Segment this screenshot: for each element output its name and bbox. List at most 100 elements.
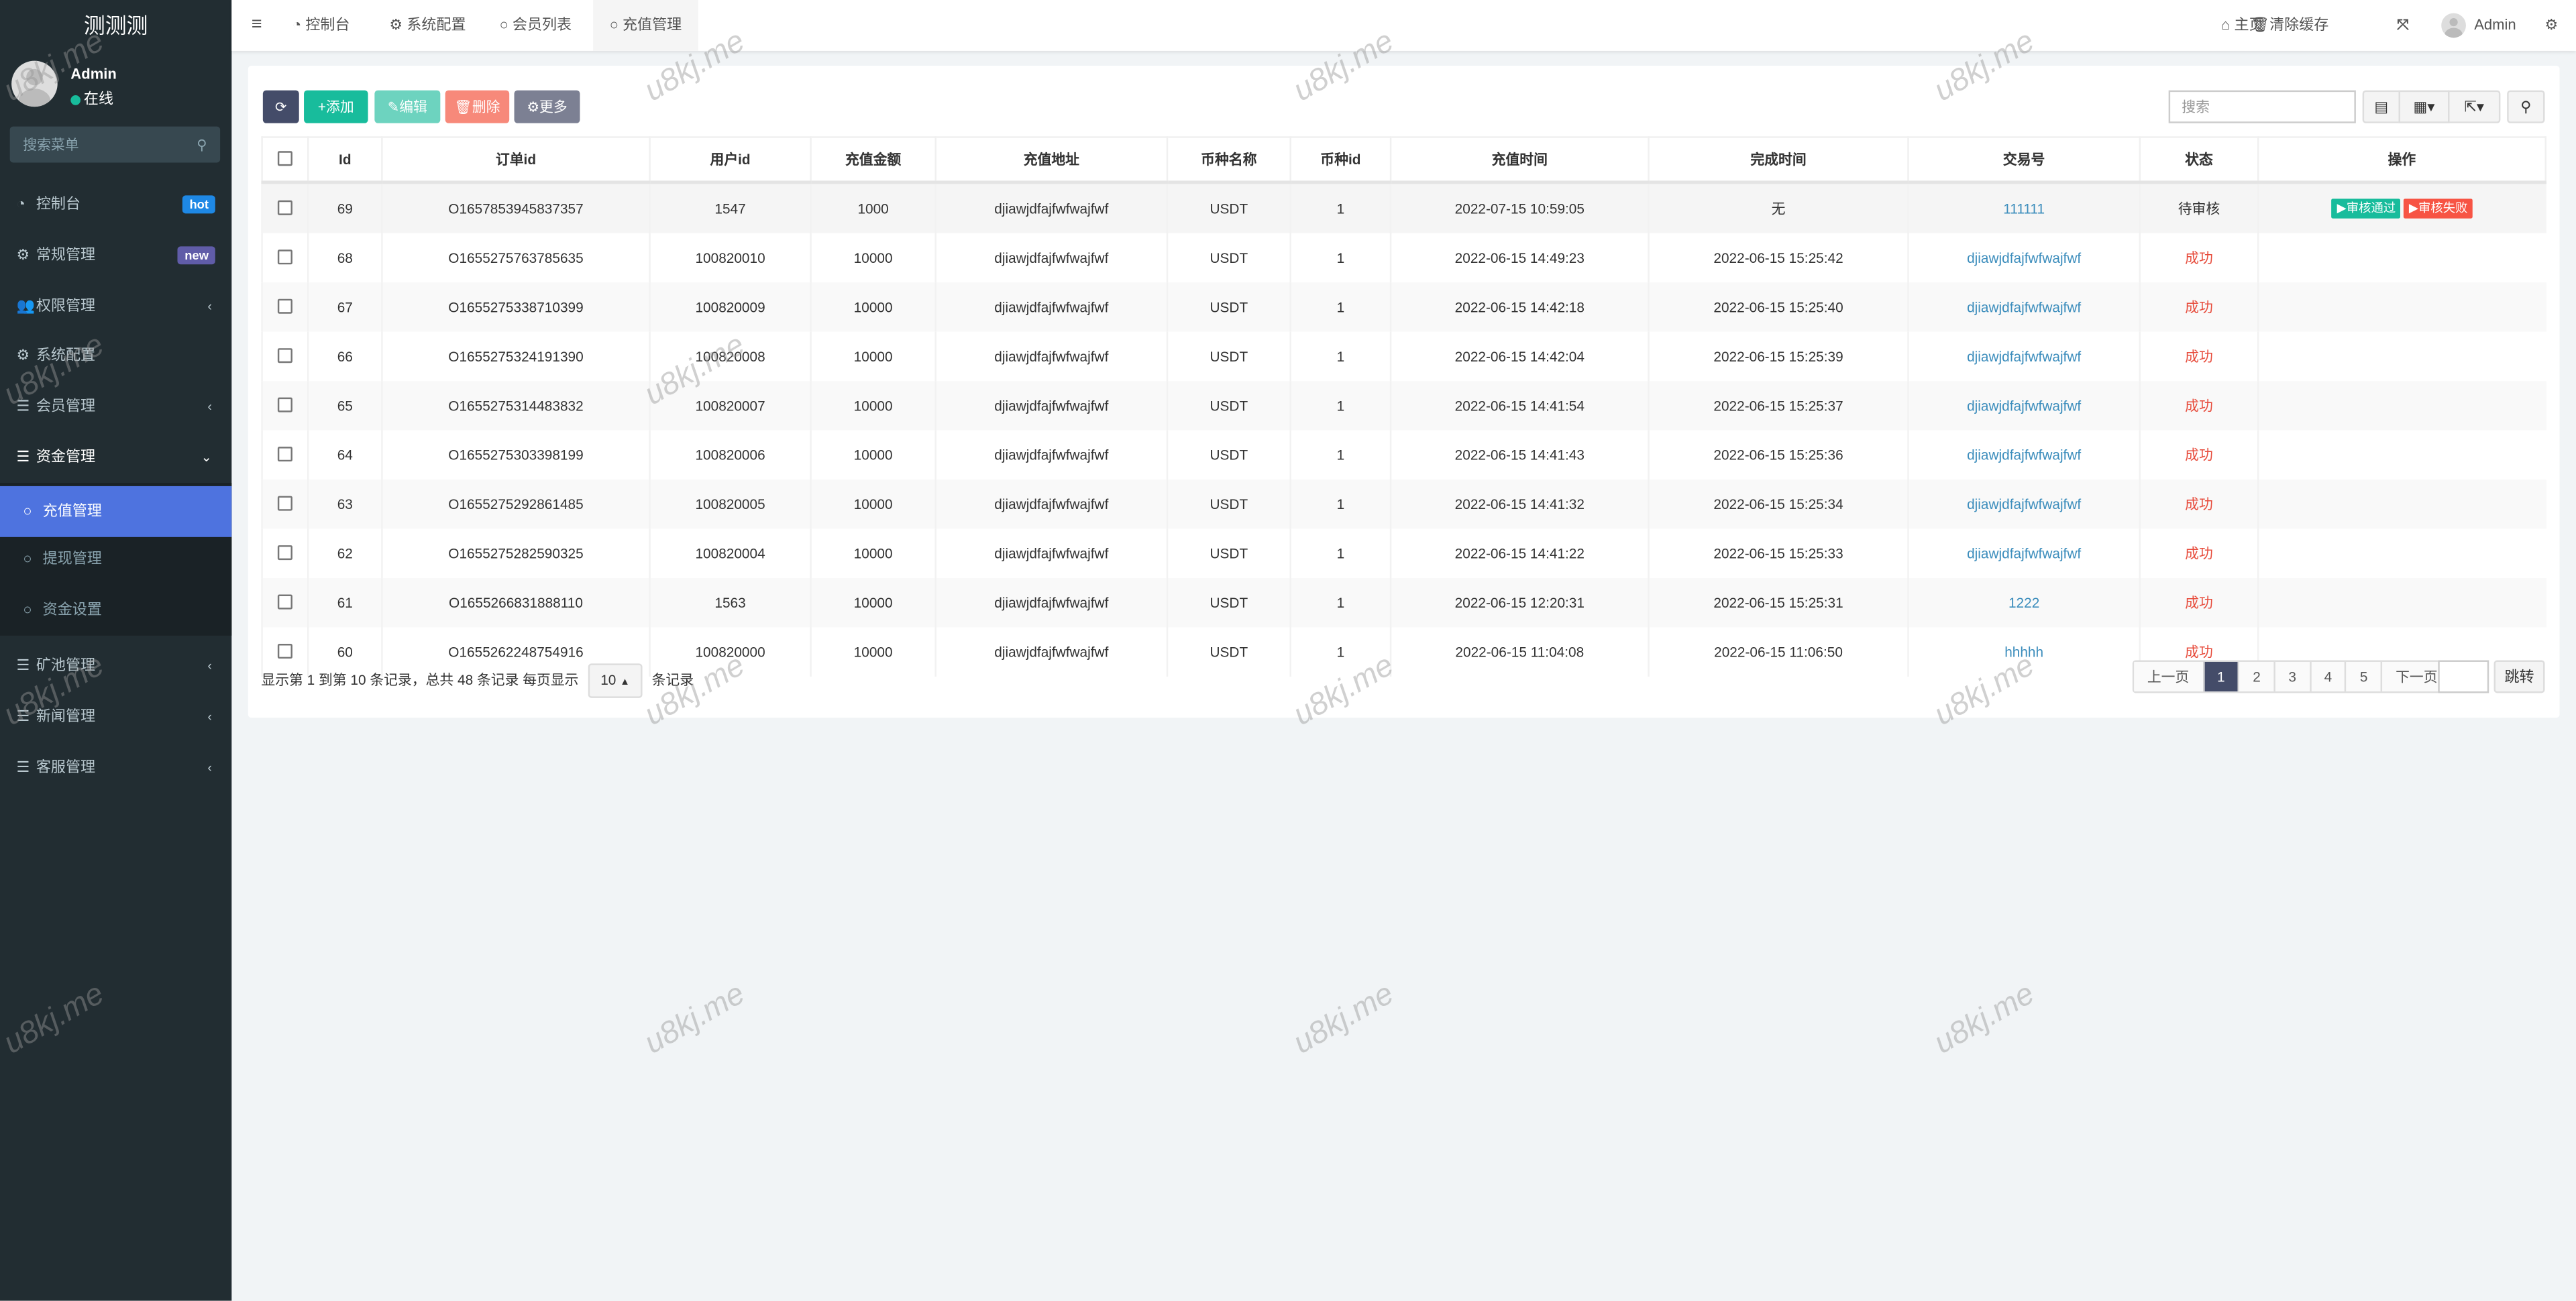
- cell-text: 2022-06-15 14:41:22: [1454, 545, 1585, 562]
- edit-button[interactable]: ✎编辑: [374, 90, 441, 123]
- cell-text: 2022-06-15 15:25:31: [1713, 594, 1843, 612]
- prev-page-button[interactable]: 上一页: [2134, 661, 2202, 692]
- cell-text: djiawjdfajfwfwajfwf: [994, 397, 1109, 414]
- delete-button[interactable]: 🗑删除: [445, 90, 510, 123]
- reject-button[interactable]: ▶审核失败: [2404, 199, 2473, 219]
- sidebar-item-1[interactable]: ⚙ 常规管理 new: [0, 230, 231, 281]
- add-button[interactable]: +添加: [304, 90, 368, 123]
- tx-link[interactable]: djiawjdfajfwfwajfwf: [1967, 398, 2081, 414]
- table-row[interactable]: 62 O1655275282590325 100820004 10000 djiawjd…: [261, 528, 2546, 579]
- column-header[interactable]: 状态: [2139, 136, 2259, 184]
- tx-link[interactable]: djiawjdfajfwfwajfwf: [1967, 496, 2081, 512]
- status-text: 在线: [83, 90, 114, 107]
- table-row[interactable]: 65 O1655275314483832 100820007 10000 djiawjd…: [261, 381, 2546, 431]
- cell-text: 10000: [853, 594, 893, 612]
- table-row[interactable]: 63 O1655275292861485 100820005 10000 djiawjd…: [261, 479, 2546, 529]
- table-row[interactable]: 69 O1657853945837357 1547 1000 djiawjdfajfwf…: [261, 182, 2546, 233]
- more-button[interactable]: ⚙更多: [514, 90, 580, 123]
- sidebar-item-0[interactable]: ◔ 控制台 hot: [0, 179, 231, 230]
- tx-link[interactable]: djiawjdfajfwfwajfwf: [1967, 348, 2081, 364]
- page-size-select[interactable]: 10 ▲: [587, 663, 643, 698]
- cell-text: 100820009: [695, 298, 765, 316]
- sidebar-item-3[interactable]: ⚙ 系统配置: [0, 330, 231, 381]
- row-checkbox[interactable]: [277, 544, 292, 559]
- sidebar-item-9[interactable]: ☰ 矿池管理 ‹: [0, 640, 231, 691]
- table-search-input[interactable]: 搜索: [2168, 90, 2356, 123]
- sidebar-item-10[interactable]: ☰ 新闻管理 ‹: [0, 691, 231, 742]
- table-row[interactable]: 61 O1655266831888110 1563 10000 djiawjdfajfw…: [261, 578, 2546, 628]
- cell-text: 1: [1336, 644, 1345, 661]
- tx-link[interactable]: djiawjdfajfwfwajfwf: [1967, 545, 2081, 561]
- page-button[interactable]: 3: [2273, 661, 2310, 692]
- sidebar-item-5[interactable]: ☰ 资金管理 ⌄: [0, 432, 231, 483]
- search-toggle-button[interactable]: ⚲: [2507, 90, 2545, 123]
- column-header[interactable]: 用户id: [649, 136, 812, 184]
- refresh-button[interactable]: ⟳: [262, 90, 299, 123]
- column-header[interactable]: 币种id: [1289, 136, 1392, 184]
- jump-button[interactable]: 跳转: [2493, 660, 2545, 693]
- sidebar-item-11[interactable]: ☰ 客服管理 ‹: [0, 742, 231, 793]
- sidebar-item-4[interactable]: ☰ 会员管理 ‹: [0, 381, 231, 432]
- menu-toggle-icon[interactable]: ≡: [235, 0, 278, 51]
- tx-link[interactable]: 1222: [2008, 595, 2039, 611]
- tx-link[interactable]: djiawjdfajfwfwajfwf: [1967, 249, 2081, 266]
- column-header[interactable]: 交易号: [1907, 136, 2141, 184]
- column-header[interactable]: 充值时间: [1389, 136, 1650, 184]
- toggle-view-button[interactable]: ▤: [2362, 90, 2400, 123]
- tab-1[interactable]: ⚙ 系统配置: [373, 0, 482, 51]
- sidebar-item-7[interactable]: ○ 提现管理: [0, 534, 231, 585]
- cell-coin_id: 1: [1289, 528, 1391, 579]
- header-avatar[interactable]: [2441, 13, 2466, 38]
- more-label: 更多: [539, 98, 568, 115]
- approve-button[interactable]: ▶审核通过: [2332, 199, 2401, 219]
- tx-link[interactable]: hhhhh: [2004, 644, 2043, 660]
- column-header[interactable]: Id: [307, 136, 383, 184]
- table-row[interactable]: 68 O1655275763785635 100820010 10000 djiawjd…: [261, 233, 2546, 283]
- row-checkbox[interactable]: [277, 593, 292, 609]
- page-button[interactable]: 5: [2345, 661, 2381, 692]
- page-button[interactable]: 1: [2202, 661, 2239, 692]
- sidebar-item-2[interactable]: 👥 权限管理 ‹: [0, 281, 231, 332]
- tab-2[interactable]: ○ 会员列表: [483, 0, 588, 51]
- row-checkbox[interactable]: [277, 199, 292, 215]
- jump-page-input[interactable]: [2438, 660, 2489, 693]
- tab-0[interactable]: ◔ 控制台: [276, 0, 366, 51]
- table-row[interactable]: 67 O1655275338710399 100820009 10000 djiawjd…: [261, 282, 2546, 332]
- menu-search-input[interactable]: 搜索菜单 ⚲: [9, 126, 221, 163]
- tx-link[interactable]: djiawjdfajfwfwajfwf: [1967, 299, 2081, 315]
- table-row[interactable]: 64 O1655275303398199 100820006 10000 djiawjd…: [261, 430, 2546, 480]
- sidebar-item-8[interactable]: ○ 资金设置: [0, 585, 231, 636]
- row-checkbox[interactable]: [277, 445, 292, 461]
- tx-link[interactable]: 111111: [2003, 201, 2045, 217]
- cell-actions: [2257, 331, 2546, 382]
- cell-text: 成功: [2185, 397, 2213, 414]
- columns-button[interactable]: ▦▾: [2398, 90, 2450, 123]
- row-checkbox[interactable]: [277, 642, 292, 658]
- cell-time: 2022-06-15 14:41:32: [1389, 479, 1649, 529]
- clear-cache-link[interactable]: 🗑清除缓存: [2251, 0, 2328, 51]
- header-user[interactable]: Admin: [2474, 0, 2516, 51]
- row-checkbox[interactable]: [277, 347, 292, 363]
- approve-label: 审核通过: [2346, 200, 2396, 215]
- column-header[interactable]: 充值地址: [934, 136, 1169, 184]
- fullscreen-icon[interactable]: ⤧: [2397, 0, 2409, 51]
- column-header[interactable]: 订单id: [381, 136, 651, 184]
- tx-link[interactable]: djiawjdfajfwfwajfwf: [1967, 447, 2081, 463]
- table-row[interactable]: 66 O1655275324191390 100820008 10000 djiawjd…: [261, 331, 2546, 382]
- page-button[interactable]: 2: [2238, 661, 2274, 692]
- sidebar-item-6[interactable]: ○ 充值管理: [0, 486, 232, 537]
- row-checkbox[interactable]: [277, 298, 292, 313]
- column-header[interactable]: 操作: [2257, 136, 2546, 184]
- column-header[interactable]: 币种名称: [1166, 136, 1291, 184]
- column-header[interactable]: 充值金额: [810, 136, 936, 184]
- column-header[interactable]: 完成时间: [1648, 136, 1909, 184]
- export-button[interactable]: ⇱▾: [2448, 90, 2501, 123]
- row-checkbox[interactable]: [277, 396, 292, 412]
- settings-gears-icon[interactable]: ⚙: [2545, 0, 2559, 51]
- page-button[interactable]: 4: [2309, 661, 2345, 692]
- tab-3[interactable]: ○ 充值管理: [593, 0, 698, 51]
- row-checkbox[interactable]: [277, 495, 292, 510]
- row-checkbox[interactable]: [277, 249, 292, 264]
- cell-text: O1655262248754916: [448, 644, 584, 661]
- select-all-checkbox[interactable]: [277, 150, 292, 166]
